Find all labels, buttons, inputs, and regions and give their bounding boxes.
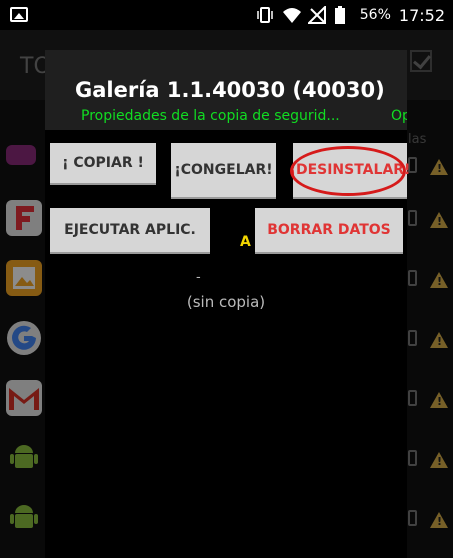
backup-properties-trail: Op [391, 108, 407, 124]
run-app-button[interactable]: EJECUTAR APLIC. [50, 208, 210, 254]
app-details-dialog: Galería 1.1.40030 (40030) Propiedades de… [45, 50, 410, 558]
uninstall-button[interactable]: ¡DESINSTALAR! [290, 143, 410, 199]
clock: 17:52 [398, 5, 445, 25]
image-icon [10, 7, 28, 22]
battery-icon [334, 6, 352, 24]
dialog-header: Galería 1.1.40030 (40030) Propiedades de… [45, 50, 407, 130]
freeze-button[interactable]: ¡CONGELAR! [171, 143, 276, 199]
backup-properties-link[interactable]: Propiedades de la copia de segurid... [81, 108, 340, 124]
wifi-icon [282, 6, 301, 24]
dialog-title: Galería 1.1.40030 (40030) [75, 78, 385, 102]
status-icons: 56% 17:52 [256, 0, 445, 30]
no-backup-text: (sin copia) [186, 293, 266, 311]
backup-date: - [196, 270, 201, 285]
marker-label: A [240, 234, 251, 250]
vibrate-icon [256, 6, 274, 24]
no-signal-icon [306, 4, 326, 24]
status-bar: 56% 17:52 [0, 0, 453, 30]
battery-percent: 56% [359, 7, 391, 23]
copy-button[interactable]: ¡ COPIAR ! [50, 143, 156, 185]
clear-data-button[interactable]: BORRAR DATOS [255, 208, 403, 254]
